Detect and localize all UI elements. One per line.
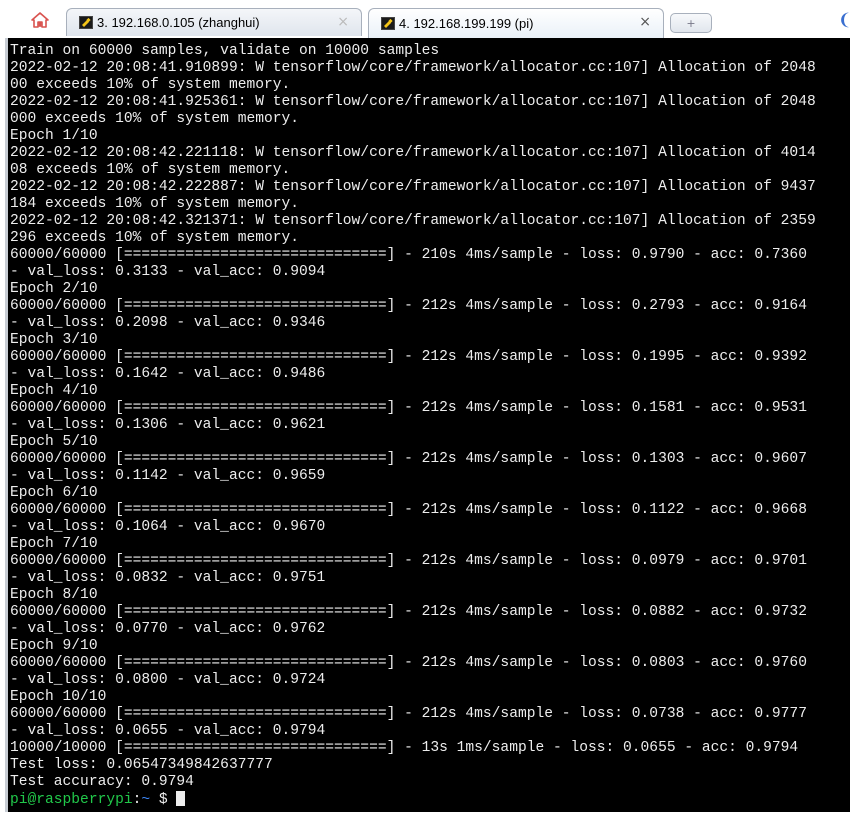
terminal-lines: Train on 60000 samples, validate on 1000… xyxy=(10,43,850,791)
tab-bar: 3. 192.168.0.105 (zhanghui) × 4. 192.168… xyxy=(0,0,852,38)
terminal-line: 184 exceeds 10% of system memory. xyxy=(10,196,300,212)
terminal-line: 2022-02-12 20:08:42.222887: W tensorflow… xyxy=(10,179,816,195)
terminal-tab-icon xyxy=(79,16,93,29)
terminal-line: 2022-02-12 20:08:42.321371: W tensorflow… xyxy=(10,213,816,229)
terminal-line: 60000/60000 [===========================… xyxy=(10,502,807,518)
terminal-line: Test loss: 0.06547349842637777 xyxy=(10,757,273,773)
terminal-line: Epoch 9/10 xyxy=(10,638,98,654)
terminal-line: 296 exceeds 10% of system memory. xyxy=(10,230,300,246)
plus-icon: + xyxy=(686,16,696,30)
terminal-line: - val_loss: 0.3133 - val_acc: 0.9094 xyxy=(10,264,326,280)
terminal-line: - val_loss: 0.1306 - val_acc: 0.9621 xyxy=(10,417,326,433)
new-tab-button[interactable]: + xyxy=(670,13,712,33)
prompt-user-host: pi@raspberrypi xyxy=(10,792,133,808)
terminal-line: - val_loss: 0.0655 - val_acc: 0.9794 xyxy=(10,723,326,739)
terminal-line: Epoch 2/10 xyxy=(10,281,98,297)
terminal-line: 60000/60000 [===========================… xyxy=(10,655,807,671)
terminal-line: 000 exceeds 10% of system memory. xyxy=(10,111,300,127)
close-icon[interactable]: × xyxy=(337,14,349,30)
terminal-line: - val_loss: 0.1642 - val_acc: 0.9486 xyxy=(10,366,326,382)
terminal-line: - val_loss: 0.0770 - val_acc: 0.9762 xyxy=(10,621,326,637)
terminal-line: Epoch 8/10 xyxy=(10,587,98,603)
home-button[interactable] xyxy=(20,9,60,35)
text-cursor xyxy=(176,791,186,806)
terminal-line: 00 exceeds 10% of system memory. xyxy=(10,77,291,93)
menu-icon[interactable]: ❨ xyxy=(838,10,852,28)
home-icon xyxy=(30,11,50,34)
tab-title: 3. 192.168.0.105 (zhanghui) xyxy=(97,15,260,30)
terminal-line: 08 exceeds 10% of system memory. xyxy=(10,162,291,178)
terminal-line: 60000/60000 [===========================… xyxy=(10,400,807,416)
tab-session-4[interactable]: 4. 192.168.199.199 (pi) × xyxy=(368,8,664,38)
terminal-line: 60000/60000 [===========================… xyxy=(10,349,807,365)
terminal-line: - val_loss: 0.1064 - val_acc: 0.9670 xyxy=(10,519,326,535)
terminal-line: Epoch 7/10 xyxy=(10,536,98,552)
terminal-line: - val_loss: 0.0832 - val_acc: 0.9751 xyxy=(10,570,326,586)
terminal-line: 60000/60000 [===========================… xyxy=(10,706,807,722)
terminal-line: 60000/60000 [===========================… xyxy=(10,298,807,314)
terminal-line: 60000/60000 [===========================… xyxy=(10,247,807,263)
terminal-line: Epoch 4/10 xyxy=(10,383,98,399)
terminal-line: - val_loss: 0.2098 - val_acc: 0.9346 xyxy=(10,315,326,331)
terminal-line: Epoch 5/10 xyxy=(10,434,98,450)
terminal-line: Train on 60000 samples, validate on 1000… xyxy=(10,43,440,59)
terminal-output[interactable]: Train on 60000 samples, validate on 1000… xyxy=(5,38,850,812)
close-icon[interactable]: × xyxy=(639,14,651,30)
terminal-line: Epoch 1/10 xyxy=(10,128,98,144)
tab-title: 4. 192.168.199.199 (pi) xyxy=(399,16,534,31)
terminal-line: Epoch 3/10 xyxy=(10,332,98,348)
window-bottom-edge xyxy=(0,812,852,816)
shell-prompt: pi@raspberrypi:~ $ xyxy=(10,791,850,808)
prompt-sign: $ xyxy=(150,792,177,808)
terminal-line: 60000/60000 [===========================… xyxy=(10,604,807,620)
terminal-line: 60000/60000 [===========================… xyxy=(10,553,807,569)
terminal-line: Test accuracy: 0.9794 xyxy=(10,774,194,790)
terminal-line: Epoch 6/10 xyxy=(10,485,98,501)
terminal-line: 2022-02-12 20:08:41.925361: W tensorflow… xyxy=(10,94,816,110)
terminal-line: 10000/10000 [===========================… xyxy=(10,740,799,756)
terminal-tab-icon xyxy=(381,17,395,30)
terminal-line: 2022-02-12 20:08:42.221118: W tensorflow… xyxy=(10,145,816,161)
terminal-line: Epoch 10/10 xyxy=(10,689,107,705)
tab-session-3[interactable]: 3. 192.168.0.105 (zhanghui) × xyxy=(66,8,362,36)
prompt-path: ~ xyxy=(141,792,151,808)
terminal-line: 60000/60000 [===========================… xyxy=(10,451,807,467)
terminal-line: 2022-02-12 20:08:41.910899: W tensorflow… xyxy=(10,60,816,76)
terminal-line: - val_loss: 0.1142 - val_acc: 0.9659 xyxy=(10,468,326,484)
terminal-line: - val_loss: 0.0800 - val_acc: 0.9724 xyxy=(10,672,326,688)
